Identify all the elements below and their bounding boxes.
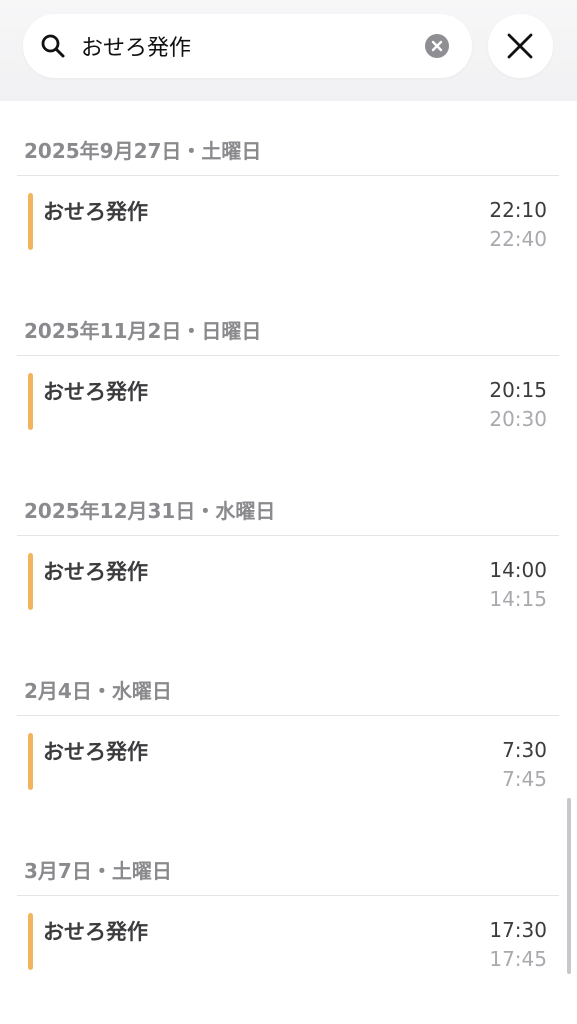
close-icon bbox=[507, 33, 533, 59]
date-group: 2025年12月31日・水曜日 おせろ発作 14:00 14:15 bbox=[0, 461, 577, 641]
event-row[interactable]: おせろ発作 22:10 22:40 bbox=[17, 176, 559, 261]
event-end-time: 17:45 bbox=[489, 947, 547, 971]
event-color-bar bbox=[28, 553, 33, 610]
clear-icon[interactable] bbox=[424, 33, 450, 59]
search-header bbox=[0, 0, 577, 101]
date-group: 2025年9月27日・土曜日 おせろ発作 22:10 22:40 bbox=[0, 101, 577, 281]
event-row[interactable]: おせろ発作 7:30 7:45 bbox=[17, 716, 559, 801]
close-button[interactable] bbox=[488, 14, 553, 78]
event-start-time: 22:10 bbox=[489, 198, 547, 222]
event-title: おせろ発作 bbox=[43, 920, 148, 944]
event-title: おせろ発作 bbox=[43, 200, 148, 224]
search-field[interactable] bbox=[23, 14, 472, 78]
event-end-time: 22:40 bbox=[489, 227, 547, 251]
date-header: 2025年9月27日・土曜日 bbox=[24, 139, 262, 163]
event-start-time: 17:30 bbox=[489, 918, 547, 942]
event-start-time: 20:15 bbox=[489, 378, 547, 402]
scrollbar[interactable] bbox=[567, 798, 571, 974]
event-color-bar bbox=[28, 733, 33, 790]
event-title: おせろ発作 bbox=[43, 740, 148, 764]
date-header: 3月7日・土曜日 bbox=[24, 859, 172, 883]
event-row[interactable]: おせろ発作 20:15 20:30 bbox=[17, 356, 559, 441]
event-end-time: 7:45 bbox=[502, 767, 547, 791]
date-header: 2025年12月31日・水曜日 bbox=[24, 499, 276, 523]
event-title: おせろ発作 bbox=[43, 380, 148, 404]
event-row[interactable]: おせろ発作 17:30 17:45 bbox=[17, 896, 559, 981]
date-header: 2月4日・水曜日 bbox=[24, 679, 172, 703]
event-color-bar bbox=[28, 193, 33, 250]
date-group: 2025年11月2日・日曜日 おせろ発作 20:15 20:30 bbox=[0, 281, 577, 461]
event-color-bar bbox=[28, 373, 33, 430]
search-input[interactable] bbox=[81, 28, 411, 64]
date-group: 3月7日・土曜日 おせろ発作 17:30 17:45 bbox=[0, 821, 577, 1001]
event-color-bar bbox=[28, 913, 33, 970]
search-results-screen: 2025年9月27日・土曜日 おせろ発作 22:10 22:40 2025年11… bbox=[0, 0, 577, 1024]
search-icon bbox=[41, 34, 65, 58]
event-row[interactable]: おせろ発作 14:00 14:15 bbox=[17, 536, 559, 621]
event-end-time: 14:15 bbox=[489, 587, 547, 611]
event-title: おせろ発作 bbox=[43, 560, 148, 584]
event-start-time: 7:30 bbox=[502, 738, 547, 762]
date-header: 2025年11月2日・日曜日 bbox=[24, 319, 262, 343]
date-group: 2月4日・水曜日 おせろ発作 7:30 7:45 bbox=[0, 641, 577, 821]
event-start-time: 14:00 bbox=[489, 558, 547, 582]
event-end-time: 20:30 bbox=[489, 407, 547, 431]
